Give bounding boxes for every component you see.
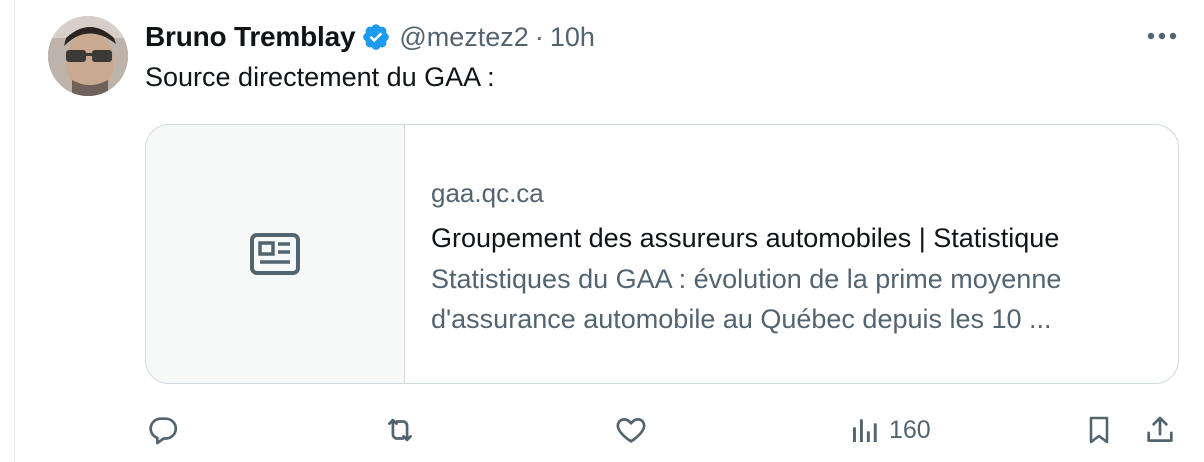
author-handle[interactable]: @meztez2 bbox=[399, 22, 528, 53]
like-button[interactable] bbox=[613, 405, 649, 455]
tweet-header: Bruno Tremblay @meztez2 · 10h bbox=[145, 19, 595, 55]
card-title: Groupement des assureurs automobiles | S… bbox=[431, 223, 1060, 253]
views-count: 160 bbox=[889, 415, 931, 444]
avatar-photo bbox=[48, 16, 128, 96]
card-description-line-2: d'assurance automobile au Québec depuis … bbox=[431, 304, 1052, 334]
heart-icon bbox=[616, 418, 646, 443]
card-description-line-1: Statistiques du GAA : évolution de la pr… bbox=[431, 264, 1062, 294]
reply-icon bbox=[149, 417, 178, 445]
tweet-text: Source directement du GAA : bbox=[145, 62, 495, 92]
bookmark-button[interactable] bbox=[1083, 405, 1115, 455]
avatar[interactable] bbox=[48, 16, 128, 96]
more-options-button[interactable] bbox=[1144, 22, 1180, 50]
news-article-icon bbox=[250, 233, 300, 275]
tweet-actions: 160 bbox=[0, 405, 1204, 455]
card-body: gaa.qc.ca Groupement des assureurs autom… bbox=[431, 175, 1161, 339]
reply-button[interactable] bbox=[146, 405, 180, 455]
share-icon bbox=[1147, 416, 1173, 442]
tweet-timestamp[interactable]: 10h bbox=[550, 22, 595, 53]
author-name[interactable]: Bruno Tremblay bbox=[145, 21, 356, 53]
timeline-divider bbox=[14, 0, 15, 462]
retweet-button[interactable] bbox=[382, 405, 418, 455]
card-domain: gaa.qc.ca bbox=[431, 178, 544, 208]
analytics-icon bbox=[853, 419, 877, 442]
share-button[interactable] bbox=[1143, 405, 1177, 455]
verified-badge-icon[interactable] bbox=[361, 22, 391, 52]
header-separator: · bbox=[534, 21, 544, 52]
link-preview-card[interactable]: gaa.qc.ca Groupement des assureurs autom… bbox=[145, 124, 1179, 384]
retweet-icon bbox=[388, 418, 412, 442]
bookmark-icon bbox=[1089, 416, 1109, 444]
card-media bbox=[146, 125, 405, 383]
more-icon bbox=[1147, 32, 1177, 40]
views-button[interactable]: 160 bbox=[849, 405, 931, 455]
